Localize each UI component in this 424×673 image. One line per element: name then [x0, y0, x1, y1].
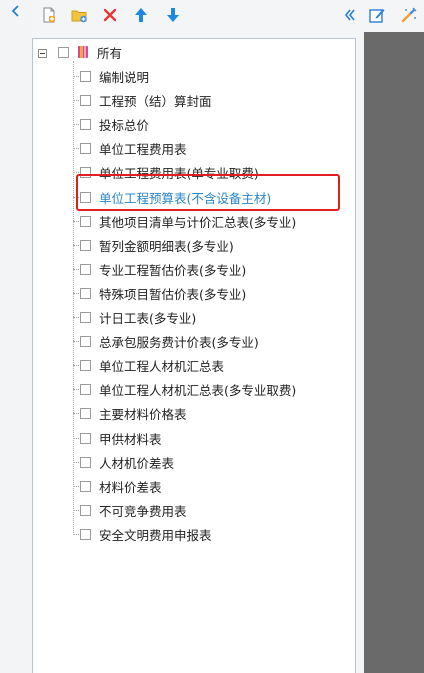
- tree-item-label: 投标总价: [99, 117, 150, 133]
- collapse-left-icon[interactable]: [8, 4, 24, 22]
- annotation-highlight-box: [76, 174, 340, 211]
- tree-item-checkbox[interactable]: [80, 287, 91, 299]
- tree-item-label: 工程预（结）算封面: [99, 93, 212, 109]
- move-down-icon[interactable]: [162, 4, 184, 26]
- tree-item[interactable]: 单位工程费用表: [80, 137, 350, 159]
- tree-root-row[interactable]: 所有: [33, 41, 353, 63]
- tree-item-label: 人材机价差表: [99, 455, 175, 471]
- tree-item[interactable]: 工程预（结）算封面: [80, 89, 350, 111]
- tree-item[interactable]: 编制说明: [80, 65, 350, 87]
- tree-item[interactable]: 甲供材料表: [80, 427, 350, 449]
- tree-item-label: 主要材料价格表: [99, 406, 187, 422]
- report-tree-window: 所有 编制说明 工程预（结）算封面 投标总价 单位工程费用表 单位工程费用表(单专业取费…: [0, 0, 424, 673]
- tree-item[interactable]: 材料价差表: [80, 475, 350, 497]
- tree-item-label: 其他项目清单与计价汇总表(多专业): [99, 214, 297, 230]
- tree-item-checkbox[interactable]: [80, 383, 91, 395]
- move-up-icon[interactable]: [130, 4, 152, 26]
- tree-item-checkbox[interactable]: [80, 94, 91, 106]
- settings-icon[interactable]: [398, 4, 420, 26]
- tree-item[interactable]: 专业工程暂估价表(多专业): [80, 258, 350, 280]
- tree-item[interactable]: 主要材料价格表: [80, 402, 350, 424]
- delete-icon[interactable]: [99, 4, 121, 26]
- tree-item-checkbox[interactable]: [80, 239, 91, 251]
- tree-item-label: 不可竞争费用表: [99, 503, 187, 519]
- tree-item-checkbox[interactable]: [80, 70, 91, 82]
- tree-item-label: 单位工程人材机汇总表: [99, 358, 225, 374]
- tree-item-checkbox[interactable]: [80, 480, 91, 492]
- tree-item-label: 单位工程人材机汇总表(多专业取费): [99, 382, 297, 398]
- tree-item[interactable]: 单位工程人材机汇总表(多专业取费): [80, 378, 350, 400]
- tree-item-checkbox[interactable]: [80, 359, 91, 371]
- preview-panel: [364, 32, 424, 673]
- tree-item-checkbox[interactable]: [80, 407, 91, 419]
- tree-item-label: 专业工程暂估价表(多专业): [99, 262, 247, 278]
- collapse-toggle-icon[interactable]: [38, 49, 47, 58]
- book-icon: [77, 45, 89, 59]
- tree-item-label: 总承包服务费计价表(多专业): [99, 334, 259, 350]
- tree-item-label: 甲供材料表: [99, 431, 162, 447]
- tree-item-label: 编制说明: [99, 69, 150, 85]
- toolbar: [32, 0, 424, 32]
- tree-item-checkbox[interactable]: [80, 311, 91, 323]
- tree-item[interactable]: 投标总价: [80, 113, 350, 135]
- tree-item-label: 安全文明费用申报表: [99, 527, 212, 543]
- tree-item-label: 单位工程费用表: [99, 141, 187, 157]
- tree-item-checkbox[interactable]: [80, 504, 91, 516]
- tree-item-checkbox[interactable]: [80, 432, 91, 444]
- report-tree-panel: 所有 编制说明 工程预（结）算封面 投标总价 单位工程费用表 单位工程费用表(单专业取费…: [32, 38, 356, 673]
- tree-item[interactable]: 计日工表(多专业): [80, 306, 350, 328]
- tree-item[interactable]: 安全文明费用申报表: [80, 523, 350, 545]
- tree-item-checkbox[interactable]: [80, 142, 91, 154]
- preview-area: [364, 32, 424, 673]
- tree-item[interactable]: 人材机价差表: [80, 451, 350, 473]
- tree-item-label: 特殊项目暂估价表(多专业): [99, 286, 247, 302]
- tree-item[interactable]: 总承包服务费计价表(多专业): [80, 330, 350, 352]
- root-checkbox[interactable]: [58, 46, 69, 58]
- tree-item[interactable]: 特殊项目暂估价表(多专业): [80, 282, 350, 304]
- tree-item-checkbox[interactable]: [80, 335, 91, 347]
- tree-item-label: 暂列金额明细表(多专业): [99, 238, 234, 254]
- new-file-icon[interactable]: [38, 4, 60, 26]
- collapse-panel-icon[interactable]: [339, 4, 361, 26]
- tree-item[interactable]: 不可竞争费用表: [80, 499, 350, 521]
- tree-item-checkbox[interactable]: [80, 528, 91, 540]
- new-folder-icon[interactable]: [68, 4, 90, 26]
- tree-item[interactable]: 其他项目清单与计价汇总表(多专业): [80, 210, 350, 232]
- left-rail: [0, 0, 32, 673]
- tree-item-checkbox[interactable]: [80, 215, 91, 227]
- tree-item-checkbox[interactable]: [80, 263, 91, 275]
- tree-item[interactable]: 单位工程人材机汇总表: [80, 354, 350, 376]
- tree-item-label: 计日工表(多专业): [99, 310, 197, 326]
- panel-splitter[interactable]: [356, 32, 364, 673]
- tree-item-checkbox[interactable]: [80, 456, 91, 468]
- tree-item[interactable]: 暂列金额明细表(多专业): [80, 234, 350, 256]
- root-label: 所有: [97, 45, 123, 61]
- tree-item-label: 材料价差表: [99, 479, 162, 495]
- tree-item-checkbox[interactable]: [80, 118, 91, 130]
- edit-icon[interactable]: [366, 4, 388, 26]
